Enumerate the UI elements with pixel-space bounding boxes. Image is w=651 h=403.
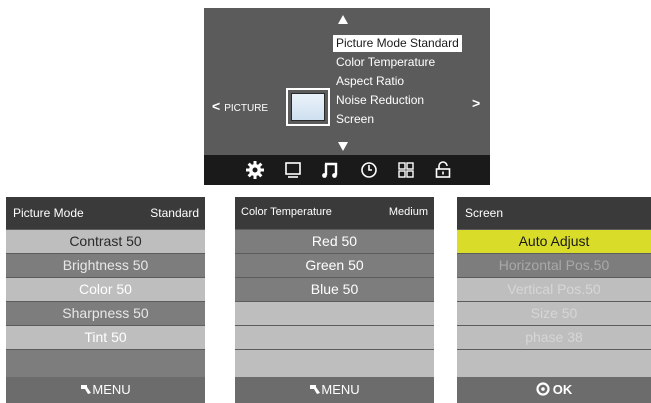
color-temperature-title: Color Temperature xyxy=(241,206,332,218)
size-row[interactable]: Size 50 xyxy=(457,301,651,325)
green-row[interactable]: Green 50 xyxy=(235,253,434,277)
contrast-row[interactable]: Contrast 50 xyxy=(6,229,205,253)
phase-row[interactable]: phase 38 xyxy=(457,325,651,349)
empty-row xyxy=(235,349,434,377)
empty-row xyxy=(235,325,434,349)
menu-item-noise-reduction[interactable]: Noise Reduction xyxy=(333,92,427,109)
brightness-row[interactable]: Brightness 50 xyxy=(6,253,205,277)
back-hand-icon xyxy=(81,385,92,394)
color-temperature-header[interactable]: Color Temperature Medium xyxy=(235,197,434,229)
menu-footer[interactable]: MENU xyxy=(6,377,205,403)
red-row[interactable]: Red 50 xyxy=(235,229,434,253)
right-arrow-icon[interactable]: > xyxy=(472,95,480,111)
picture-mode-header[interactable]: Picture Mode Standard xyxy=(6,197,205,229)
blue-row[interactable]: Blue 50 xyxy=(235,277,434,301)
screen-header[interactable]: Screen xyxy=(457,197,651,229)
color-temperature-value[interactable]: Medium xyxy=(389,206,428,218)
clock-icon[interactable] xyxy=(359,160,379,180)
screen-title: Screen xyxy=(465,206,504,220)
section-label: PICTURE xyxy=(224,103,269,114)
previous-section-nav[interactable]: < PICTURE xyxy=(212,98,268,114)
picture-mode-panel: Picture Mode Standard Contrast 50 Bright… xyxy=(6,197,205,403)
menu-footer-label: MENU xyxy=(92,382,131,397)
picture-thumbnail-image xyxy=(291,93,325,121)
monitor-icon[interactable] xyxy=(283,160,303,180)
picture-mode-value[interactable]: Standard xyxy=(150,206,199,220)
ok-circle-icon xyxy=(536,382,550,396)
ok-footer[interactable]: OK xyxy=(457,377,651,403)
color-temperature-panel: Color Temperature Medium Red 50 Green 50… xyxy=(235,197,434,403)
menu-footer-label: MENU xyxy=(321,382,360,397)
empty-row xyxy=(6,349,205,377)
lock-icon[interactable] xyxy=(433,160,453,180)
menu-item-aspect-ratio[interactable]: Aspect Ratio xyxy=(333,73,407,90)
screen-panel: Screen Auto Adjust Horizontal Pos.50 Ver… xyxy=(457,197,651,403)
left-arrow-icon[interactable]: < xyxy=(212,98,220,114)
menu-item-picture-mode[interactable]: Picture Mode Standard xyxy=(333,35,462,52)
auto-adjust-row[interactable]: Auto Adjust xyxy=(457,229,651,253)
empty-row xyxy=(457,349,651,377)
gear-icon[interactable] xyxy=(245,160,265,180)
picture-mode-title: Picture Mode xyxy=(13,206,84,220)
menu-item-screen[interactable]: Screen xyxy=(333,111,377,128)
menu-footer[interactable]: MENU xyxy=(235,377,434,403)
picture-osd-menu: Picture Mode Standard Color Temperature … xyxy=(204,8,490,185)
scroll-up-arrow-icon[interactable] xyxy=(338,15,348,24)
sharpness-row[interactable]: Sharpness 50 xyxy=(6,301,205,325)
grid-icon[interactable] xyxy=(396,160,416,180)
empty-row xyxy=(235,301,434,325)
music-note-icon[interactable] xyxy=(320,160,340,180)
picture-thumbnail xyxy=(286,88,330,126)
vertical-position-row[interactable]: Vertical Pos.50 xyxy=(457,277,651,301)
menu-item-color-temperature[interactable]: Color Temperature xyxy=(333,54,438,71)
ok-footer-label: OK xyxy=(552,382,573,397)
horizontal-position-row[interactable]: Horizontal Pos.50 xyxy=(457,253,651,277)
back-hand-icon xyxy=(310,385,321,394)
color-row[interactable]: Color 50 xyxy=(6,277,205,301)
scroll-down-arrow-icon[interactable] xyxy=(338,142,348,151)
category-icon-bar xyxy=(204,155,490,185)
tint-row[interactable]: Tint 50 xyxy=(6,325,205,349)
